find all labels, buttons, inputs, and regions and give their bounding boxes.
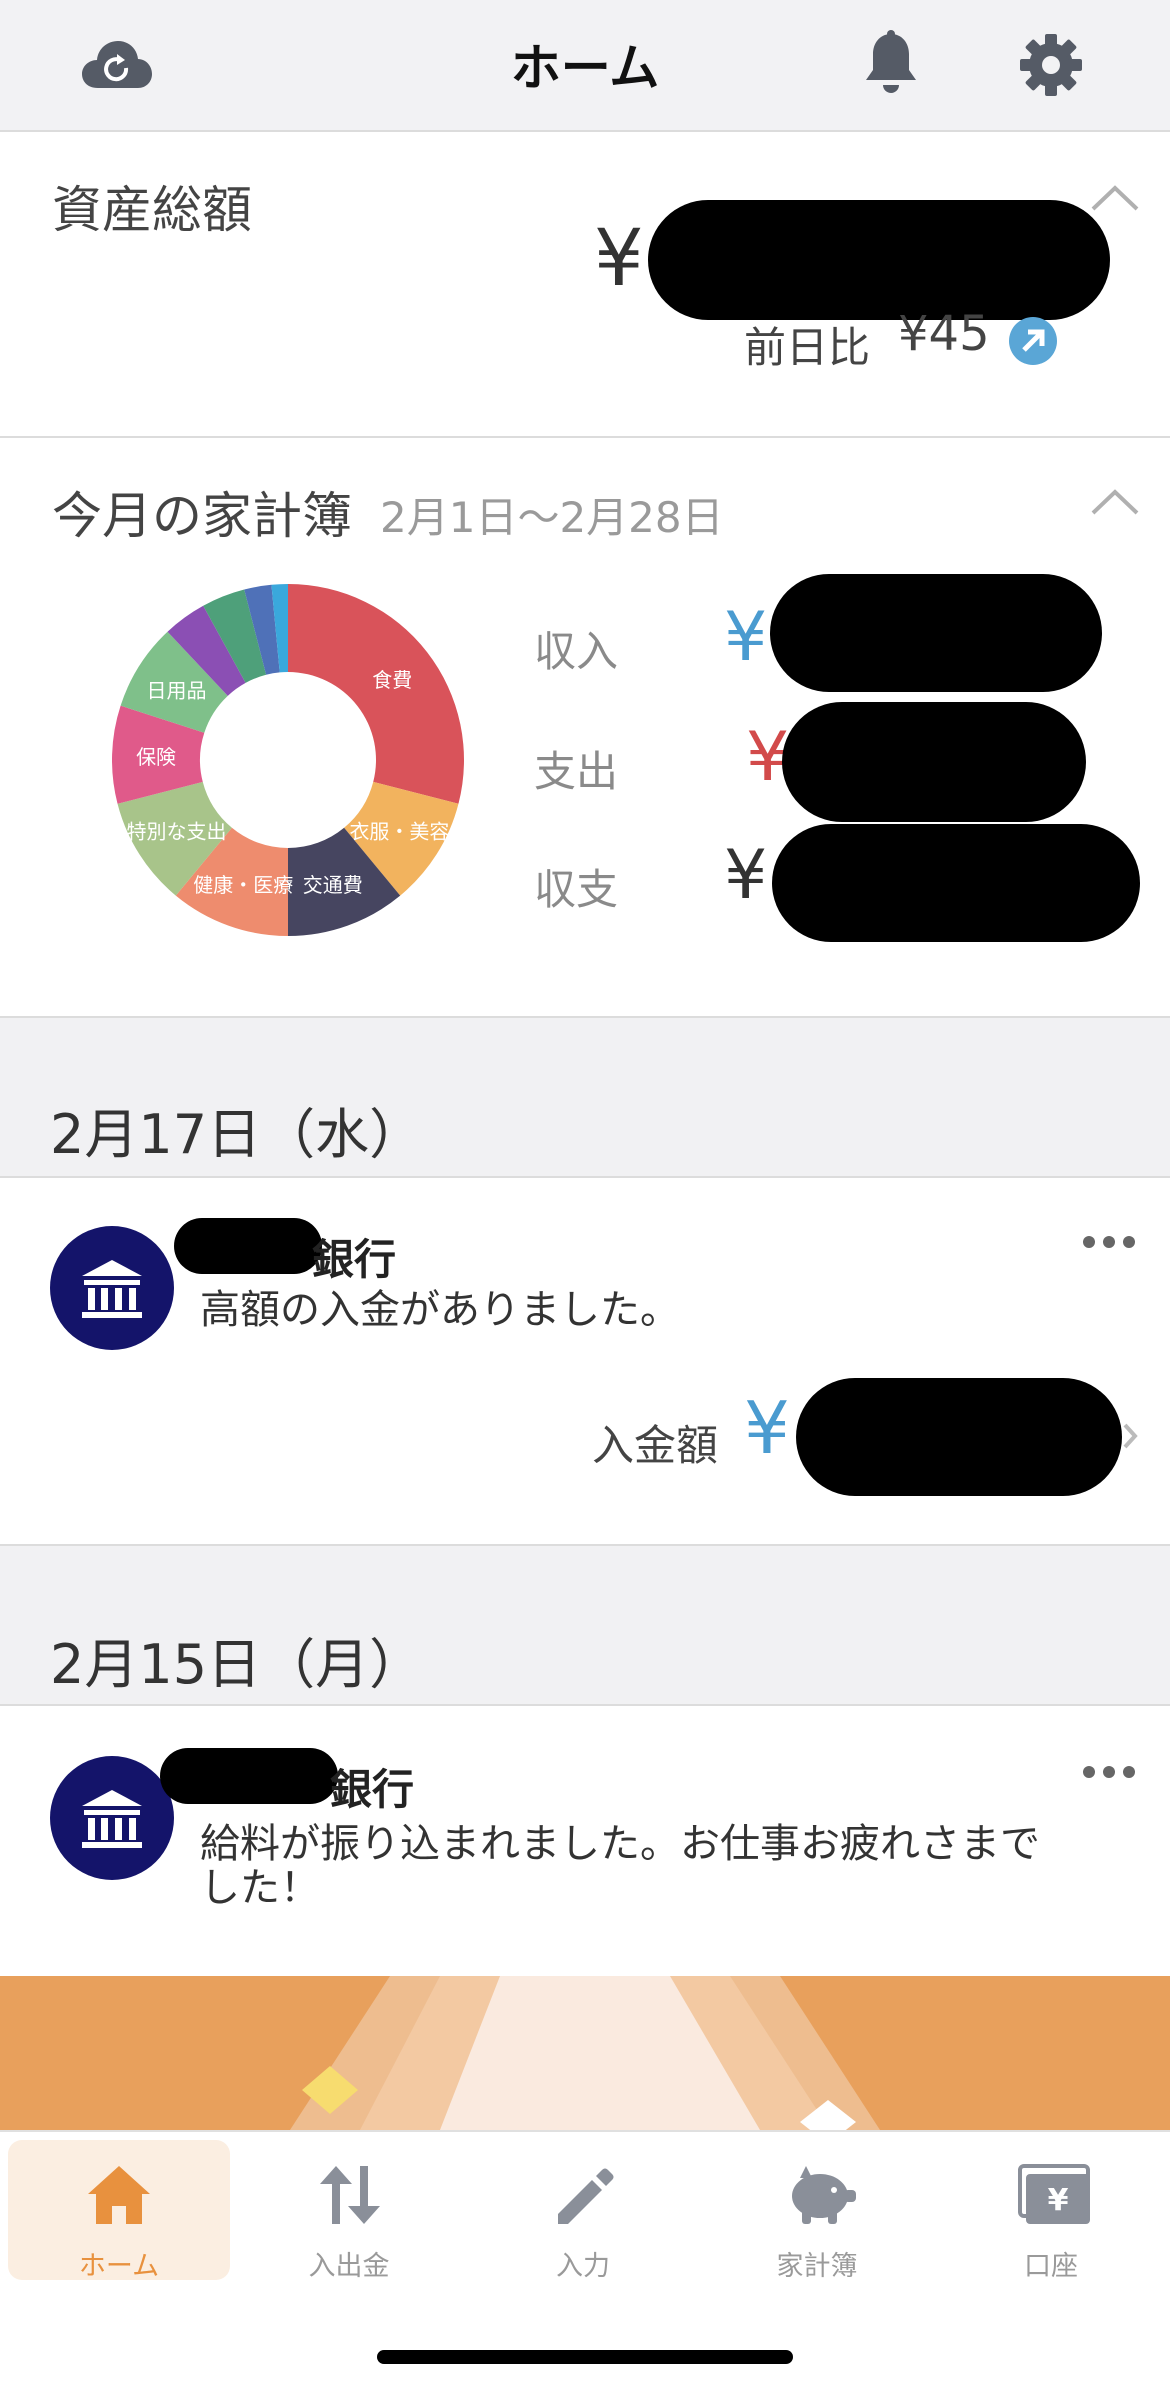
wallet-yen-icon: ¥: [1018, 2164, 1090, 2224]
daily-change-value: ¥45: [898, 306, 990, 362]
tab-label: 家計簿: [776, 2251, 858, 2282]
home-indicator: [377, 2350, 793, 2364]
donut-slice-label: 保険: [136, 745, 176, 769]
donut-slice-label: 健康・医療: [193, 873, 293, 897]
amount-yen: ¥: [744, 1386, 790, 1470]
date-label: 2月17日（水）: [50, 1103, 424, 1166]
balance-label: 収支: [534, 865, 619, 914]
tab-transactions[interactable]: 入出金: [238, 2140, 460, 2282]
chevron-up-icon[interactable]: [1090, 488, 1140, 520]
balance-yen: ¥: [724, 836, 768, 915]
more-options-icon[interactable]: [1082, 1234, 1136, 1253]
income-label: 収入: [534, 627, 619, 676]
tab-input[interactable]: 入力: [472, 2140, 694, 2282]
chevron-up-icon[interactable]: [1090, 184, 1140, 216]
expense-label: 支出: [534, 747, 619, 796]
donut-slice-label: 特別な支出: [127, 820, 227, 844]
expense-donut-chart[interactable]: 食費衣服・美容交通費健康・医療 特別な支出 保険 日用品: [98, 570, 478, 950]
donut-slice-label: 衣服・美容: [349, 820, 449, 844]
notification-message-line2: した！: [200, 1865, 320, 1911]
daily-change-label: 前日比: [744, 323, 871, 372]
tab-accounts[interactable]: ¥ 口座: [940, 2140, 1162, 2282]
monthly-budget-section[interactable]: 今月の家計簿 2月1日〜2月28日 食費衣服・美容交通費 健康・医療 特別な支出 保険…: [0, 438, 1170, 1016]
date-header: 2月17日（水）: [0, 1018, 1170, 1178]
bank-name-suffix: 銀行: [312, 1235, 397, 1284]
tab-budget[interactable]: 家計簿: [706, 2140, 928, 2282]
budget-title: 今月の家計簿: [52, 487, 352, 545]
asset-total-yen: ¥: [594, 214, 644, 304]
donut-slice-label: 交通費: [303, 873, 363, 897]
bank-icon: [50, 1756, 174, 1880]
redacted-balance-amount: [772, 824, 1140, 942]
date-label: 2月15日（月）: [50, 1633, 424, 1696]
transfer-arrows-icon: [320, 2166, 380, 2224]
tab-home[interactable]: ホーム: [8, 2140, 230, 2282]
redacted-asset-amount: [648, 200, 1110, 320]
tab-label: ホーム: [78, 2251, 160, 2282]
notification-card[interactable]: 銀行 高額の入金がありました。 入金額 ¥: [0, 1178, 1170, 1544]
date-header: 2月15日（月）: [0, 1546, 1170, 1706]
budget-period: 2月1日〜2月28日: [380, 493, 724, 542]
piggy-bank-icon: [792, 2166, 856, 2224]
tab-label: 入力: [556, 2251, 610, 2282]
notification-message-line1: 給料が振り込まれました。お仕事お疲れさまで: [200, 1821, 1040, 1867]
page-title: ホーム: [510, 39, 660, 97]
bell-icon[interactable]: [862, 30, 920, 100]
asset-total-section[interactable]: 資産総額 ¥ 前日比 ¥45: [0, 134, 1170, 436]
gear-icon[interactable]: [1018, 32, 1084, 102]
redacted-income-amount: [770, 574, 1102, 692]
promo-banner[interactable]: [0, 1976, 1170, 2130]
tab-label: 入出金: [308, 2251, 390, 2282]
tab-label: 口座: [1024, 2251, 1078, 2282]
redacted-expense-amount: [782, 702, 1086, 822]
amount-label: 入金額: [592, 1421, 719, 1470]
redacted-deposit-amount: [796, 1378, 1122, 1496]
donut-slice[interactable]: [288, 584, 465, 804]
donut-slice-label: 日用品: [147, 678, 207, 702]
arrow-up-right-icon[interactable]: [1008, 316, 1058, 370]
donut-slice-label: 食費: [372, 668, 412, 692]
chevron-right-icon[interactable]: [1122, 1422, 1138, 1454]
app-header: ホーム: [0, 0, 1170, 132]
redacted-bank-name: [160, 1748, 338, 1804]
income-yen: ¥: [724, 598, 768, 677]
svg-text:¥: ¥: [1048, 2183, 1069, 2218]
pencil-icon: [558, 2168, 614, 2224]
more-options-icon[interactable]: [1082, 1764, 1136, 1783]
bank-name-suffix: 銀行: [330, 1765, 415, 1814]
home-icon: [88, 2166, 150, 2224]
bank-icon: [50, 1226, 174, 1350]
notification-card[interactable]: 銀行 給料が振り込まれました。お仕事お疲れさまで した！: [0, 1706, 1170, 1976]
redacted-bank-name: [174, 1218, 322, 1274]
asset-total-title: 資産総額: [52, 181, 252, 239]
notification-message: 高額の入金がありました。: [200, 1287, 680, 1333]
